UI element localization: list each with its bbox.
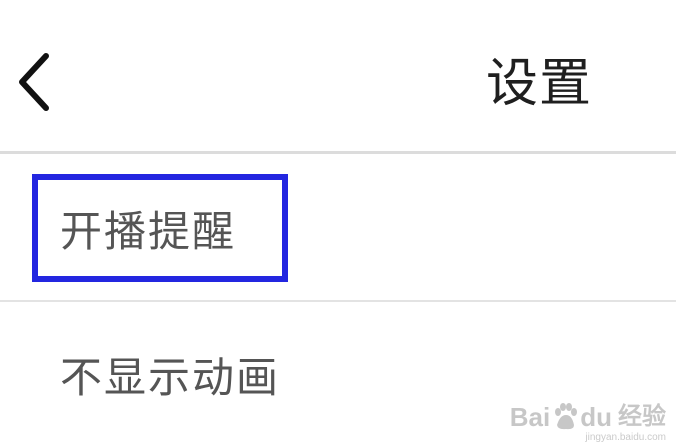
chevron-left-icon	[19, 53, 49, 111]
watermark-brand-part1: Bai	[509, 402, 551, 432]
list-item-label: 开播提醒	[60, 207, 237, 256]
watermark: Bai du 经验 jingyan.baidu.com	[509, 402, 666, 443]
watermark-product: 经验	[618, 403, 666, 430]
paw-icon	[555, 403, 578, 430]
back-button[interactable]	[6, 46, 62, 118]
page-title: 设置	[486, 54, 593, 114]
list-item-live-reminder[interactable]: 开播提醒	[0, 154, 676, 302]
header-bar: 设置	[0, 0, 676, 151]
settings-screen: 设置 开播提醒 不显示动画 Bai du 经验 jingyan.baidu.co…	[0, 0, 676, 444]
watermark-url: jingyan.baidu.com	[585, 432, 666, 443]
watermark-brand-part2: du	[580, 402, 612, 432]
list-item-label: 不显示动画	[60, 353, 281, 402]
